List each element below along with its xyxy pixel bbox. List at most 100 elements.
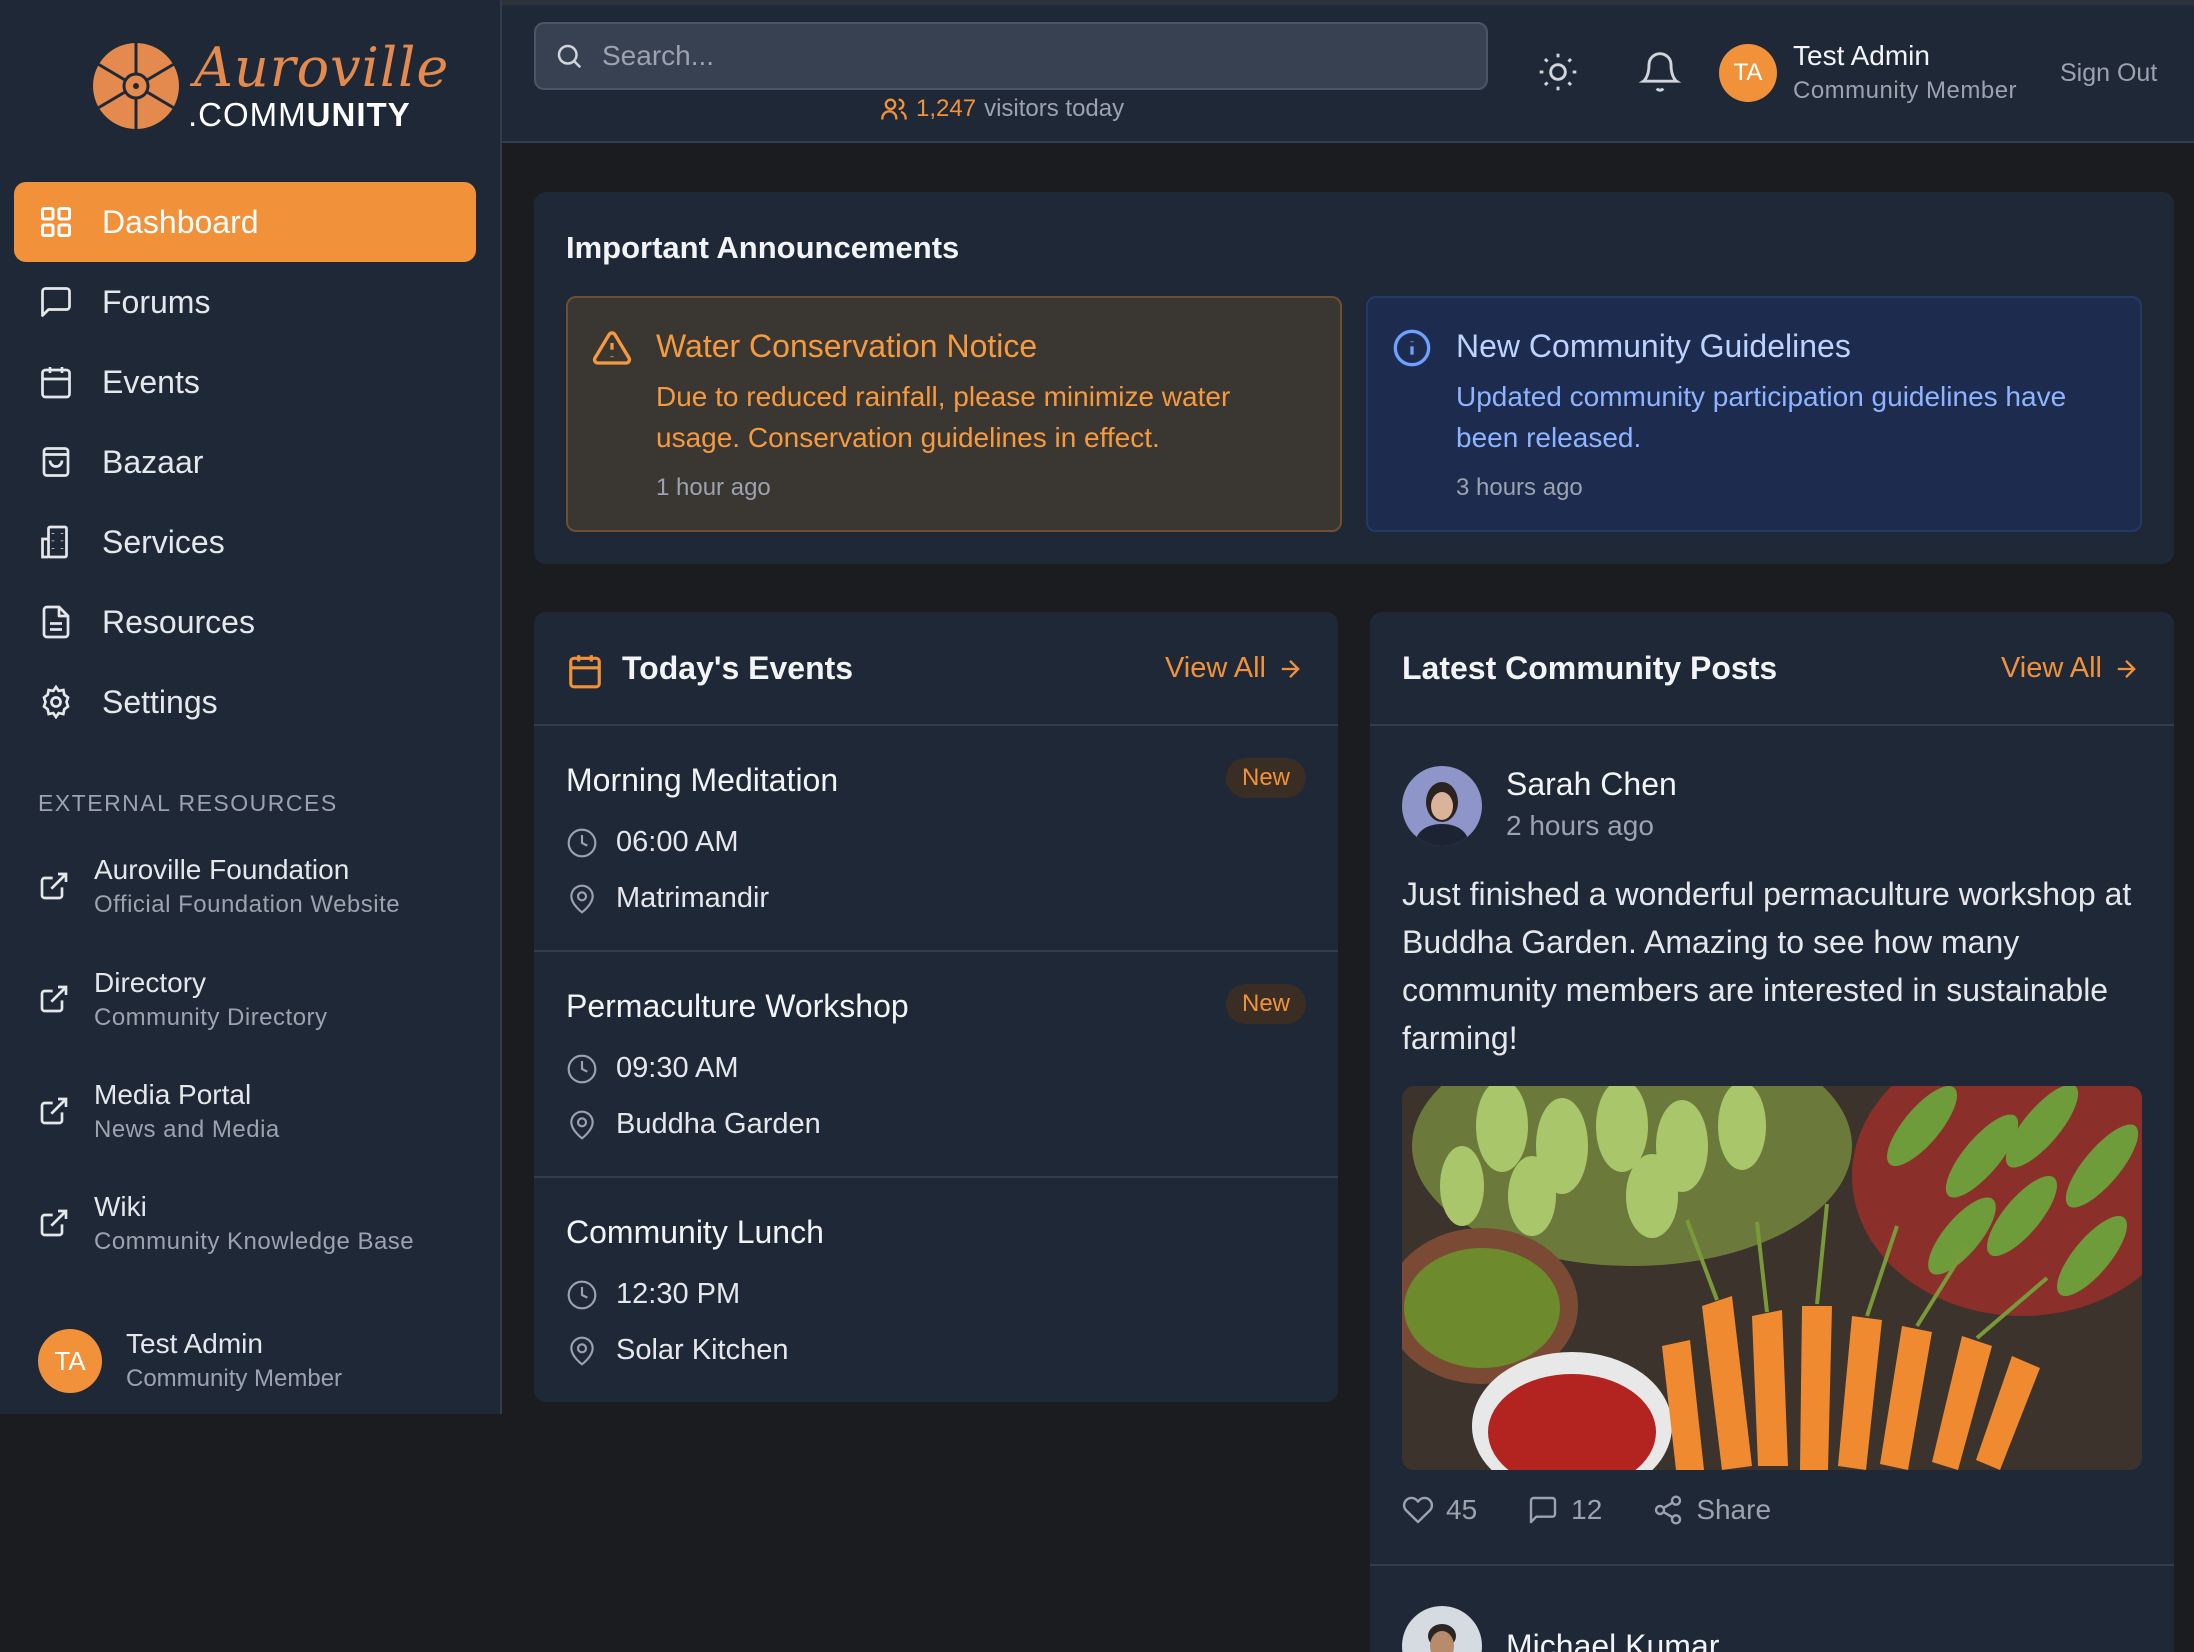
events-view-all-link[interactable]: View All — [1165, 652, 1304, 685]
message-square-icon — [1529, 1496, 1557, 1524]
new-badge: New — [1225, 758, 1306, 798]
author-name: Sarah Chen — [1506, 766, 1677, 802]
event-item[interactable]: Morning Meditation New 06:00 AM Matriman… — [534, 726, 1338, 952]
gear-icon — [42, 684, 70, 720]
external-resources-heading: EXTERNAL RESOURCES — [38, 790, 338, 816]
event-time-row: 06:00 AM — [566, 826, 739, 859]
nav-forums[interactable]: Forums — [14, 262, 476, 342]
visitors-label: visitors today — [984, 95, 1125, 122]
event-name: Morning Meditation — [566, 762, 839, 798]
events-title: Today's Events — [622, 650, 854, 686]
external-link-icon — [40, 1097, 68, 1125]
posts-view-all-link[interactable]: View All — [2001, 652, 2140, 685]
external-link-auroville-foundation[interactable]: Auroville Foundation Official Foundation … — [38, 852, 478, 942]
nav-services[interactable]: Services — [14, 502, 476, 582]
share-button[interactable]: Share — [1652, 1494, 1771, 1526]
nav-settings-label: Settings — [102, 683, 218, 720]
event-item[interactable]: Community Lunch 12:30 PM Solar Kitchen — [534, 1178, 1338, 1402]
nav-forums-label: Forums — [102, 283, 211, 320]
event-location: Buddha Garden — [616, 1108, 821, 1140]
sign-out-button[interactable]: Sign Out — [2060, 59, 2157, 88]
external-link-wiki[interactable]: Wiki Community Knowledge Base — [38, 1189, 478, 1279]
calendar-icon — [569, 655, 601, 689]
external-link-directory[interactable]: Directory Community Directory — [38, 965, 478, 1055]
user-role: Community Member — [1793, 77, 2018, 104]
share-label: Share — [1696, 1494, 1772, 1525]
clock-icon — [567, 828, 597, 857]
post-text: Just finished a wonderful permaculture w… — [1402, 876, 2132, 1056]
external-link-subtitle: Community Knowledge Base — [94, 1228, 415, 1255]
event-location: Solar Kitchen — [616, 1334, 789, 1366]
clock-icon — [567, 1280, 597, 1309]
map-pin-icon — [570, 1336, 594, 1366]
event-location-row: Solar Kitchen — [566, 1334, 789, 1367]
comment-button[interactable]: 12 — [1527, 1494, 1602, 1526]
notifications-button[interactable] — [1638, 50, 1682, 94]
nav-settings[interactable]: Settings — [14, 662, 476, 742]
external-link-media-portal[interactable]: Media Portal News and Media — [38, 1077, 478, 1167]
author-avatar — [1402, 1606, 1482, 1652]
external-link-title: Auroville Foundation — [94, 854, 350, 885]
theme-toggle-button[interactable] — [1536, 50, 1580, 94]
user-name: Test Admin — [1793, 40, 1930, 71]
post-author[interactable]: Sarah Chen 2 hours ago — [1402, 764, 1677, 848]
events-card-header: Today's Events View All — [534, 612, 1338, 726]
announcement-community-guidelines[interactable]: New Community Guidelines Updated communi… — [1366, 296, 2142, 532]
main-navigation: Dashboard Forums Events Bazaar Services … — [14, 182, 476, 742]
like-button[interactable]: 45 — [1402, 1494, 1477, 1526]
posts-card-header: Latest Community Posts View All — [1370, 612, 2174, 726]
announcement-water-conservation[interactable]: Water Conservation Notice Due to reduced… — [566, 296, 1342, 532]
post-image-vegetables[interactable] — [1402, 1086, 2142, 1470]
grid-icon — [41, 207, 71, 237]
event-time: 06:00 AM — [616, 826, 739, 858]
view-all-label: View All — [2000, 652, 2102, 684]
user-role: Community Member — [126, 1365, 343, 1392]
search-icon — [557, 44, 582, 69]
nav-dashboard[interactable]: Dashboard — [14, 182, 476, 262]
announcement-description: Due to reduced rainfall, please minimize… — [656, 381, 1231, 453]
logo-subtitle: .COMMUNITY — [188, 96, 411, 134]
external-link-subtitle: News and Media — [94, 1116, 280, 1143]
external-link-icon — [40, 1209, 68, 1237]
event-name: Community Lunch — [566, 1214, 824, 1250]
event-time: 12:30 PM — [616, 1278, 741, 1310]
visitors-count: 1,247 — [916, 95, 977, 122]
author-photo — [1402, 1606, 1482, 1652]
event-time-row: 09:30 AM — [566, 1052, 739, 1085]
auroville-logo[interactable]: Auroville .COMMUNITY — [90, 36, 448, 135]
calendar-icon — [41, 367, 71, 399]
event-time: 09:30 AM — [616, 1052, 739, 1084]
like-count: 45 — [1446, 1494, 1478, 1525]
clock-icon — [567, 1054, 597, 1083]
avatar: TA — [38, 1329, 102, 1393]
external-link-icon — [40, 872, 68, 900]
message-square-icon — [41, 287, 71, 317]
posts-title: Latest Community Posts — [1402, 650, 1778, 686]
comment-count: 12 — [1571, 1494, 1603, 1525]
nav-bazaar[interactable]: Bazaar — [14, 422, 476, 502]
nav-resources-label: Resources — [102, 603, 255, 640]
event-item[interactable]: Permaculture Workshop New 09:30 AM Buddh… — [534, 952, 1338, 1178]
arrow-right-icon — [1281, 659, 1300, 678]
external-link-subtitle: Official Foundation Website — [94, 891, 401, 918]
announcement-title: Water Conservation Notice — [656, 328, 1038, 364]
vegetables-photo — [1402, 1086, 2142, 1470]
search-bar[interactable] — [534, 22, 1488, 90]
post-author[interactable]: Michael Kumar — [1402, 1606, 1719, 1652]
announcements-card: Important Announcements Water Conservati… — [534, 192, 2174, 564]
todays-events-card: Today's Events View All Morning Meditati… — [534, 612, 1338, 1402]
event-name: Permaculture Workshop — [566, 988, 909, 1024]
post-time: 2 hours ago — [1506, 810, 1654, 841]
heart-icon — [1402, 1496, 1434, 1524]
author-photo — [1402, 766, 1482, 846]
sidebar: Auroville .COMMUNITY Dashboard Forums Ev… — [0, 0, 502, 1414]
header-user-profile[interactable]: TA Test Admin Community Member — [1719, 38, 2017, 108]
view-all-label: View All — [1164, 652, 1266, 684]
nav-events[interactable]: Events — [14, 342, 476, 422]
latest-posts-card: Latest Community Posts View All Sarah Ch… — [1370, 612, 2174, 1652]
announcement-title: New Community Guidelines — [1456, 328, 1851, 364]
map-pin-icon — [570, 1110, 594, 1140]
sidebar-user-profile[interactable]: TA Test Admin Community Member — [38, 1326, 342, 1396]
search-input[interactable] — [602, 40, 1462, 72]
nav-resources[interactable]: Resources — [14, 582, 476, 662]
